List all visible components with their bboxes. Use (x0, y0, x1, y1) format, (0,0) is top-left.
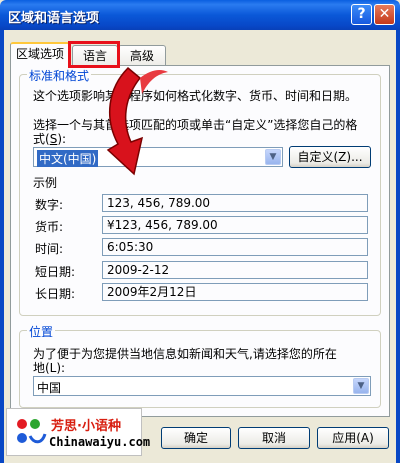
format-select-value: 中文(中国) (37, 150, 99, 167)
close-button[interactable]: ✕ (374, 4, 395, 25)
red-arrow-icon (106, 66, 168, 176)
title-bar: 区域和语言选项 ? ✕ (0, 0, 400, 30)
tab-regional-options[interactable]: 区域选项 (10, 42, 70, 66)
logo-mark-icon (17, 419, 47, 444)
location-description-line-2: 地(L): (33, 361, 66, 375)
sample-label-currency: 货币: (35, 220, 64, 234)
sample-value-short-date: 2009-2-12 (102, 261, 368, 279)
sample-label-short-date: 短日期: (35, 265, 76, 279)
customize-button[interactable]: 自定义(Z)... (289, 146, 371, 168)
location-description-line-1: 为了便于为您提供当地信息如新闻和天气,请选择您的所在 (33, 347, 337, 361)
window-title: 区域和语言选项 (8, 11, 100, 26)
select-prompt-line-1: 选择一个与其首选项匹配的项或单击“自定义”选择您自己的格 (33, 118, 358, 132)
sample-value-long-date: 2009年2月12日 (102, 283, 368, 301)
standards-description: 这个选项影响某些程序如何格式化数字、货币、时间和日期。 (33, 89, 358, 103)
tab-panel: 标准和格式 这个选项影响某些程序如何格式化数字、货币、时间和日期。 选择一个与其… (10, 65, 390, 417)
window-border-left (0, 30, 4, 463)
help-button[interactable]: ? (351, 4, 372, 25)
location-group (19, 330, 381, 408)
sample-label-time: 时间: (35, 242, 64, 256)
watermark-site: Chinawaiyu.com (49, 435, 151, 449)
watermark-logo: 芳思·小语种 Chinawaiyu.com (6, 408, 150, 456)
apply-button[interactable]: 应用(A) (317, 427, 389, 449)
cancel-button[interactable]: 取消 (238, 427, 310, 449)
window-border-right (396, 30, 400, 463)
select-prompt-line-2: 式(S): (33, 132, 67, 146)
sample-value-time: 6:05:30 (102, 238, 368, 256)
chevron-down-icon[interactable]: ▼ (265, 149, 281, 165)
highlight-box (68, 41, 120, 68)
ok-button[interactable]: 确定 (161, 427, 231, 449)
watermark-name: 芳思·小语种 (51, 419, 121, 434)
sample-label-number: 数字: (35, 198, 64, 212)
location-select-value: 中国 (37, 381, 62, 395)
samples-title: 示例 (33, 176, 58, 190)
standards-group-title: 标准和格式 (27, 67, 92, 84)
sample-value-currency: ¥123, 456, 789.00 (102, 216, 368, 234)
location-group-title: 位置 (27, 323, 56, 340)
sample-value-number: 123, 456, 789.00 (102, 194, 368, 212)
sample-label-long-date: 长日期: (35, 287, 76, 301)
chevron-down-icon[interactable]: ▼ (353, 378, 369, 394)
location-select[interactable]: 中国 ▼ (33, 376, 371, 396)
